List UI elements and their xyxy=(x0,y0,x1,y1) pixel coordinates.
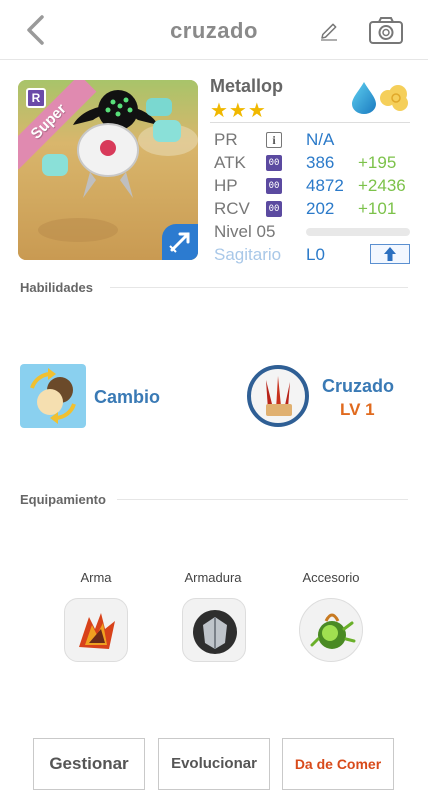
arrow-type-icon xyxy=(169,232,190,253)
accessory-icon xyxy=(310,613,356,649)
star-rating: ★★★ xyxy=(210,100,267,122)
rarity-badge: R xyxy=(26,88,46,108)
water-drop-icon xyxy=(352,82,376,114)
edit-button[interactable] xyxy=(318,20,340,42)
atk-label: ATK xyxy=(214,153,246,172)
active-skill-name[interactable]: Cambio xyxy=(94,387,160,408)
cloud-icon xyxy=(380,85,408,111)
feed-button[interactable]: Da de Comer xyxy=(282,738,394,790)
accessory-label: Accesorio xyxy=(302,570,360,585)
armor-icon xyxy=(193,610,237,654)
camera-button[interactable] xyxy=(368,16,404,46)
stat-row-hp: HP 00 4872 +2436 xyxy=(214,176,414,198)
monster-name: Metallop xyxy=(210,76,284,96)
plus-egg-icon: 00 xyxy=(266,155,282,171)
level-progress-bar xyxy=(306,228,410,236)
arrow-up-icon xyxy=(384,247,396,261)
armor-label: Armadura xyxy=(184,570,242,585)
weapon-label: Arma xyxy=(80,570,112,585)
stat-row-level: Nivel 05 xyxy=(214,222,414,244)
pr-value: N/A xyxy=(306,130,335,149)
hp-bonus: +2436 xyxy=(358,176,406,195)
plus-egg-icon: 00 xyxy=(266,178,282,194)
level-label: Nivel 05 xyxy=(214,222,276,241)
evolve-button[interactable]: Evolucionar xyxy=(158,738,270,790)
info-icon[interactable]: i xyxy=(266,132,282,148)
header-bar: cruzado xyxy=(0,0,428,60)
equipment-divider xyxy=(117,499,408,500)
skills-divider xyxy=(110,287,408,288)
leader-skill-name[interactable]: Cruzado xyxy=(322,376,394,397)
weapon-icon xyxy=(79,613,115,649)
hp-value: 4872 xyxy=(306,176,344,195)
zodiac-value: L0 xyxy=(306,245,325,264)
rcv-value: 202 xyxy=(306,199,335,218)
active-skill-button[interactable] xyxy=(20,364,86,428)
atk-value: 386 xyxy=(306,153,335,172)
skills-heading: Habilidades xyxy=(20,280,93,295)
zodiac-label[interactable]: Sagitario xyxy=(214,245,281,265)
stat-row-pr: PR i N/A xyxy=(214,130,414,152)
leader-skill-button[interactable] xyxy=(246,364,310,428)
weapon-slot[interactable] xyxy=(64,598,128,662)
monster-portrait[interactable]: R Super xyxy=(18,80,198,260)
plus-egg-icon: 00 xyxy=(266,201,282,217)
pr-label: PR xyxy=(214,130,238,149)
claw-icon xyxy=(247,365,309,427)
swap-icon xyxy=(30,368,76,424)
camera-icon xyxy=(369,17,403,44)
pencil-icon xyxy=(321,23,337,41)
rcv-label: RCV xyxy=(214,199,250,218)
element-icons xyxy=(350,80,410,114)
atk-bonus: +195 xyxy=(358,153,397,172)
hp-label: HP xyxy=(214,176,238,195)
stat-row-zodiac: Sagitario L0 xyxy=(214,244,414,267)
stats-divider xyxy=(210,122,410,123)
type-badge xyxy=(162,224,198,260)
leader-skill-level: LV 1 xyxy=(340,400,375,419)
upgrade-button[interactable] xyxy=(370,244,410,264)
equipment-heading: Equipamiento xyxy=(20,492,106,507)
rcv-bonus: +101 xyxy=(358,199,397,218)
stat-row-atk: ATK 00 386 +195 xyxy=(214,153,414,175)
armor-slot[interactable] xyxy=(182,598,246,662)
stat-row-rcv: RCV 00 202 +101 xyxy=(214,199,414,221)
manage-button[interactable]: Gestionar xyxy=(33,738,145,790)
accessory-slot[interactable] xyxy=(299,598,363,662)
page-title: cruzado xyxy=(170,18,258,43)
